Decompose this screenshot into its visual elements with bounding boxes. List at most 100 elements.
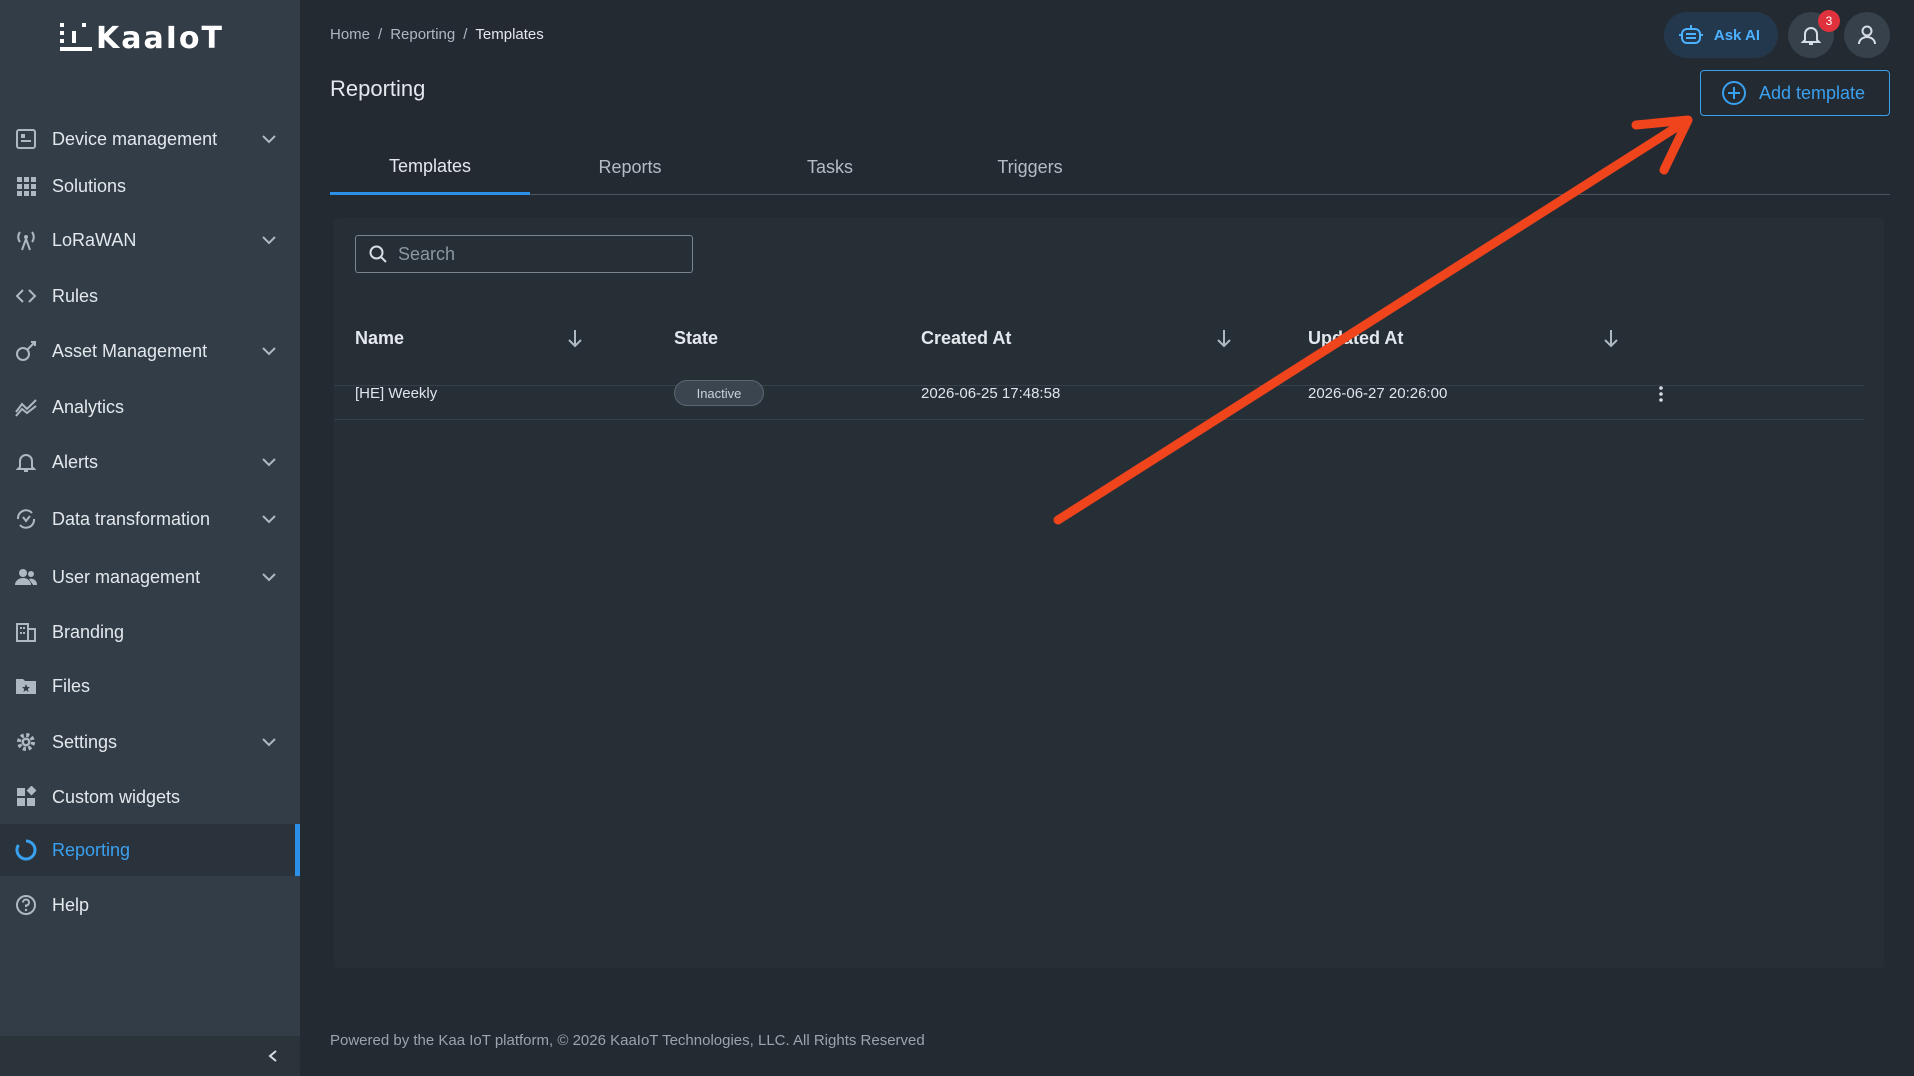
sidebar-item-asset-management[interactable]: Asset Management [0,326,300,376]
collapse-sidebar-button[interactable] [0,1036,300,1076]
sort-arrow-down-icon[interactable] [1215,328,1233,348]
chevron-down-icon [262,236,276,245]
ai-robot-icon [1678,25,1703,44]
kaaiot-logo[interactable]: KaaIoT [58,20,224,56]
column-header-created-at[interactable]: Created At [921,328,1011,349]
asset-icon [14,339,38,363]
tab-tasks[interactable]: Tasks [730,140,930,195]
sidebar-item-label: Settings [52,731,118,752]
sidebar-item-label: Device management [52,128,218,149]
templates-panel: Name State Created At Updated At [HE] We… [334,218,1884,968]
sidebar-item-settings[interactable]: Settings [0,717,300,767]
column-header-state: State [674,328,719,348]
status-badge: Inactive [674,380,764,406]
users-icon [14,565,38,589]
chevron-down-icon [262,738,276,747]
search-input[interactable] [398,243,678,265]
cell-updated-at: 2026-06-27 20:26:00 [1308,385,1448,402]
footer-copyright: Powered by the Kaa IoT platform, © 2026 … [330,1032,925,1049]
branding-icon [14,620,38,644]
user-icon [1858,25,1876,45]
chevron-left-icon [268,1050,277,1062]
tab-triggers[interactable]: Triggers [930,140,1130,195]
code-icon [14,284,38,308]
add-template-button[interactable]: Add template [1700,70,1890,116]
sidebar-item-branding[interactable]: Branding [0,607,300,657]
cell-created-at: 2026-06-25 17:48:58 [921,385,1061,402]
sidebar-item-label: Alerts [52,451,99,472]
sidebar-item-files[interactable]: Files [0,661,300,711]
tab-reports[interactable]: Reports [530,140,730,195]
search-box [355,235,693,273]
sidebar-item-label: Rules [52,285,99,306]
breadcrumb-separator: / [463,26,468,43]
sidebar-item-label: Reporting [52,839,131,860]
column-header-updated-at[interactable]: Updated At [1308,328,1403,349]
chevron-down-icon [262,573,276,582]
gear-icon [14,730,38,754]
plus-circle-icon [1722,81,1746,105]
user-profile-button[interactable] [1844,12,1890,58]
ask-ai-label: Ask AI [1713,26,1760,44]
sidebar-item-label: Custom widgets [52,786,181,807]
sidebar-item-alerts[interactable]: Alerts [0,437,300,487]
bell-icon [1800,27,1822,45]
antenna-icon [14,228,38,252]
sidebar-item-label: Analytics [52,396,125,417]
add-template-label: Add template [1759,82,1866,103]
sidebar-item-label: Help [52,894,90,915]
sidebar-item-label: Solutions [52,175,127,196]
sidebar-item-user-management[interactable]: User management [0,552,300,602]
sidebar-item-label: User management [52,566,201,587]
topbar-actions: Ask AI 3 [1663,10,1890,58]
sidebar-item-label: Files [52,675,91,696]
folder-icon [14,674,38,698]
reporting-icon [14,838,38,862]
page-title: Reporting [330,76,426,101]
table-row[interactable]: [HE] Weekly Inactive 2026-06-25 17:48:58… [334,370,1864,420]
sort-arrow-down-icon[interactable] [566,328,584,348]
sidebar-item-rules[interactable]: Rules [0,271,300,321]
sort-arrow-down-icon[interactable] [1602,328,1620,348]
breadcrumb-current: Templates [475,26,544,43]
reporting-tabs: Templates Reports Tasks Triggers [330,140,1890,195]
sidebar-item-lorawan[interactable]: LoRaWAN [0,215,300,265]
transform-icon [14,507,38,531]
sidebar-item-custom-widgets[interactable]: Custom widgets [0,772,300,822]
widgets-icon [14,785,38,809]
sidebar-item-help[interactable]: Help [0,880,300,930]
sidebar-item-label: LoRaWAN [52,229,137,250]
breadcrumb-separator: / [378,26,383,43]
column-header-name[interactable]: Name [355,328,404,349]
search-icon [369,245,387,263]
help-icon [14,893,38,917]
grid-icon [14,174,38,198]
breadcrumb-reporting[interactable]: Reporting [390,26,455,43]
bell-icon [14,450,38,474]
analytics-icon [14,395,38,419]
cell-name: [HE] Weekly [355,385,438,402]
device-icon [14,127,38,151]
sidebar-item-label: Asset Management [52,340,208,361]
logo-text: KaaIoT [96,20,224,56]
breadcrumb-home[interactable]: Home [330,26,370,43]
main-content: Home / Reporting / Templates Reporting A… [300,0,1914,1076]
sidebar-item-label: Branding [52,621,125,642]
sidebar-item-device-management[interactable]: Device management [0,114,300,164]
sidebar-item-analytics[interactable]: Analytics [0,382,300,432]
sidebar-item-data-transformation[interactable]: Data transformation [0,494,300,544]
chevron-down-icon [262,458,276,467]
notifications-button[interactable]: 3 [1788,10,1840,58]
chevron-down-icon [262,515,276,524]
logo-mark-icon [60,23,92,51]
sidebar-item-label: Data transformation [52,508,211,529]
breadcrumb: Home / Reporting / Templates [330,26,544,43]
chevron-down-icon [262,135,276,144]
notification-count-badge: 3 [1818,10,1840,32]
more-options-icon[interactable] [1656,384,1666,404]
chevron-down-icon [262,347,276,356]
sidebar-item-solutions[interactable]: Solutions [0,161,300,211]
tab-templates[interactable]: Templates [330,140,530,195]
ask-ai-button[interactable]: Ask AI [1663,12,1778,58]
sidebar-item-reporting[interactable]: Reporting [0,824,300,876]
